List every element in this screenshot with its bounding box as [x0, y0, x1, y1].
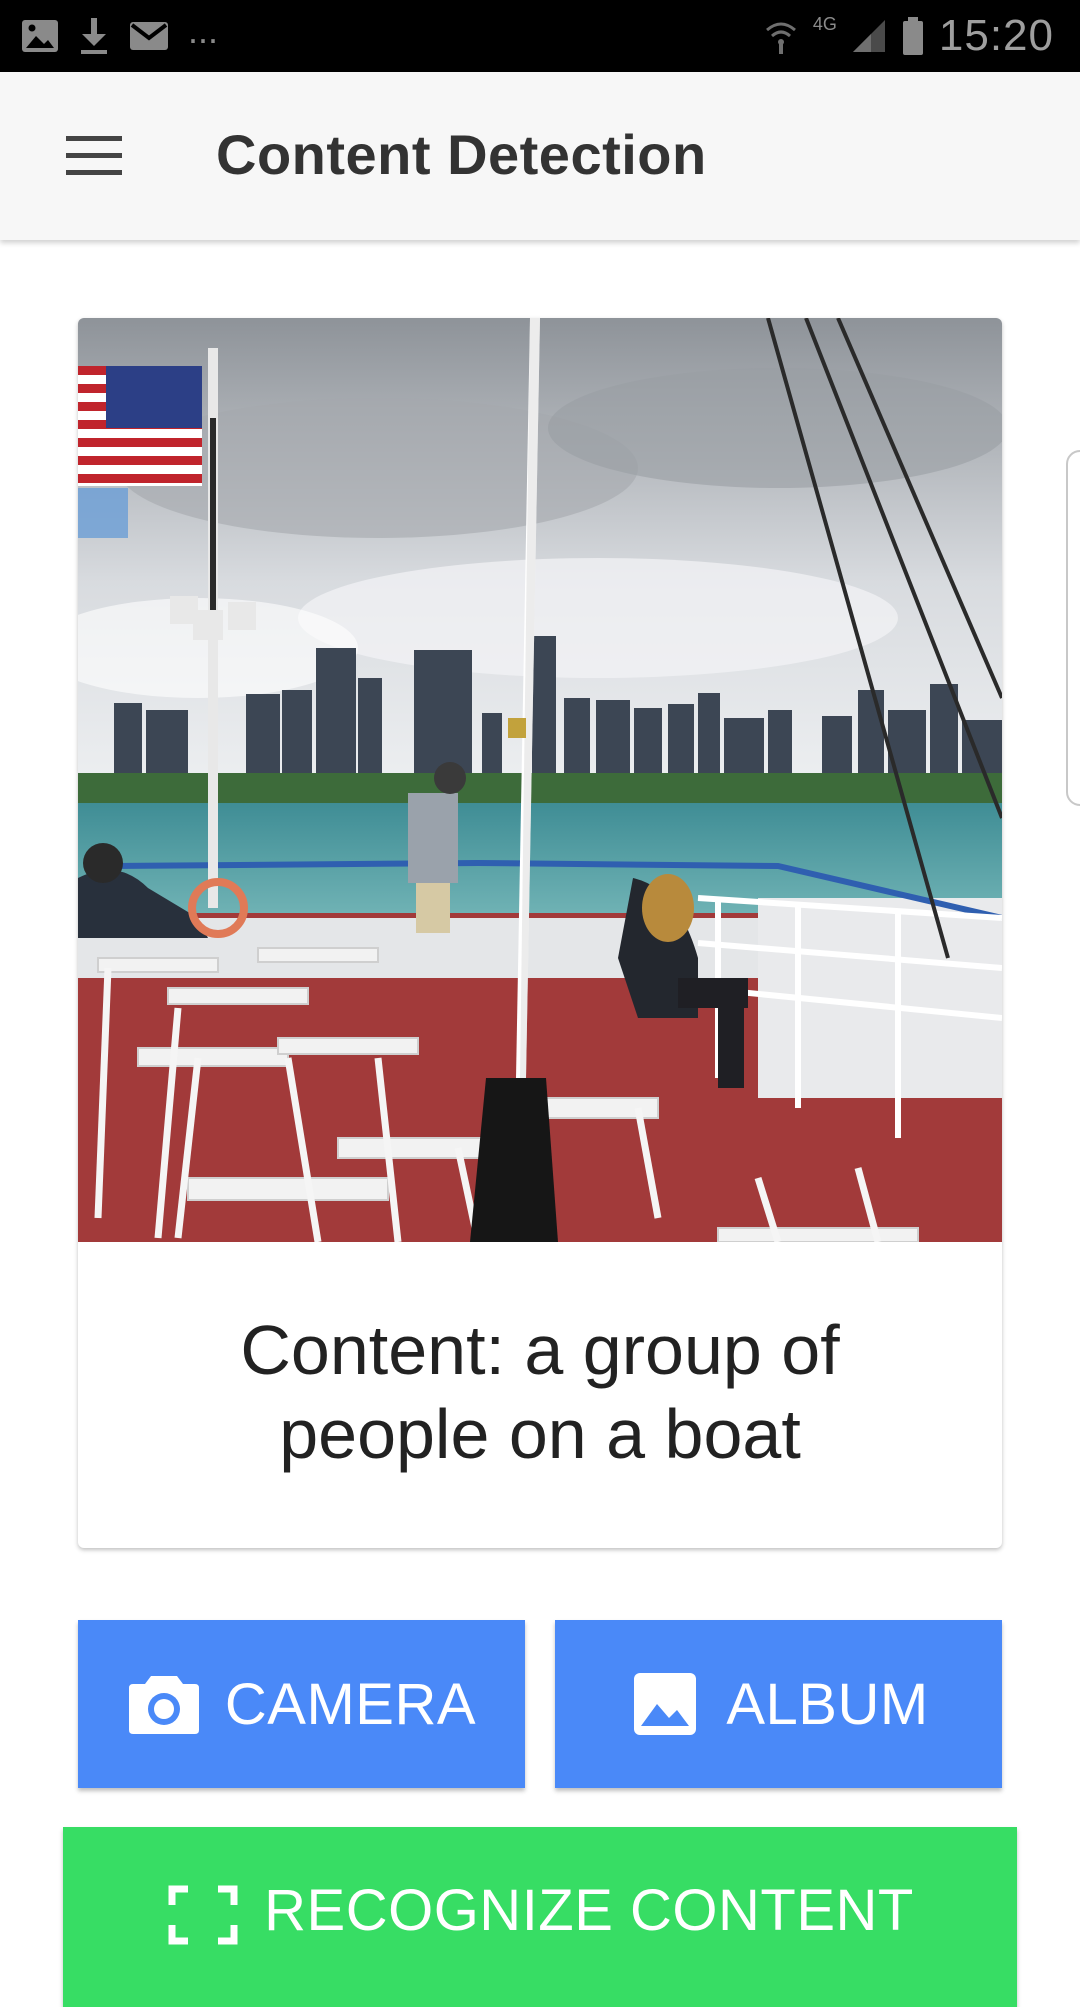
detection-result-caption: Content: a group of people on a boat: [240, 1311, 840, 1473]
overflow-indicator: ...: [188, 10, 219, 51]
app-bar: Content Detection: [0, 72, 1080, 240]
camera-button[interactable]: CAMERA: [78, 1620, 525, 1788]
status-left-icons: ...: [20, 10, 219, 56]
scan-frame-icon: [168, 1885, 238, 1945]
album-button[interactable]: ALBUM: [555, 1620, 1002, 1788]
status-right-icons: 4G 15:20: [763, 10, 1054, 62]
edge-drawer-handle[interactable]: [1066, 450, 1080, 806]
network-type: 4G: [812, 13, 837, 34]
album-button-label: ALBUM: [726, 1671, 929, 1737]
page-title: Content Detection: [216, 123, 707, 186]
camera-button-label: CAMERA: [224, 1671, 477, 1737]
status-bar: ... 4G 15:20: [0, 0, 1080, 72]
download-icon: [81, 18, 107, 54]
menu-button[interactable]: [58, 128, 132, 184]
recognize-content-button-label: RECOGNIZE CONTENT: [264, 1878, 914, 1943]
image-notification-icon: [22, 20, 58, 52]
mail-icon: [130, 22, 168, 50]
wifi-icon: [765, 22, 796, 54]
image-icon: [634, 1673, 697, 1735]
signal-icon: [852, 20, 885, 52]
recognize-content-button[interactable]: RECOGNIZE CONTENT: [63, 1827, 1017, 2007]
selected-photo: [78, 318, 1002, 1242]
battery-icon: [902, 17, 923, 55]
hamburger-menu-icon: [66, 136, 122, 175]
camera-icon: [128, 1676, 199, 1734]
status-time: 15:20: [938, 11, 1054, 60]
result-card: Content: a group of people on a boat: [78, 318, 1002, 1548]
